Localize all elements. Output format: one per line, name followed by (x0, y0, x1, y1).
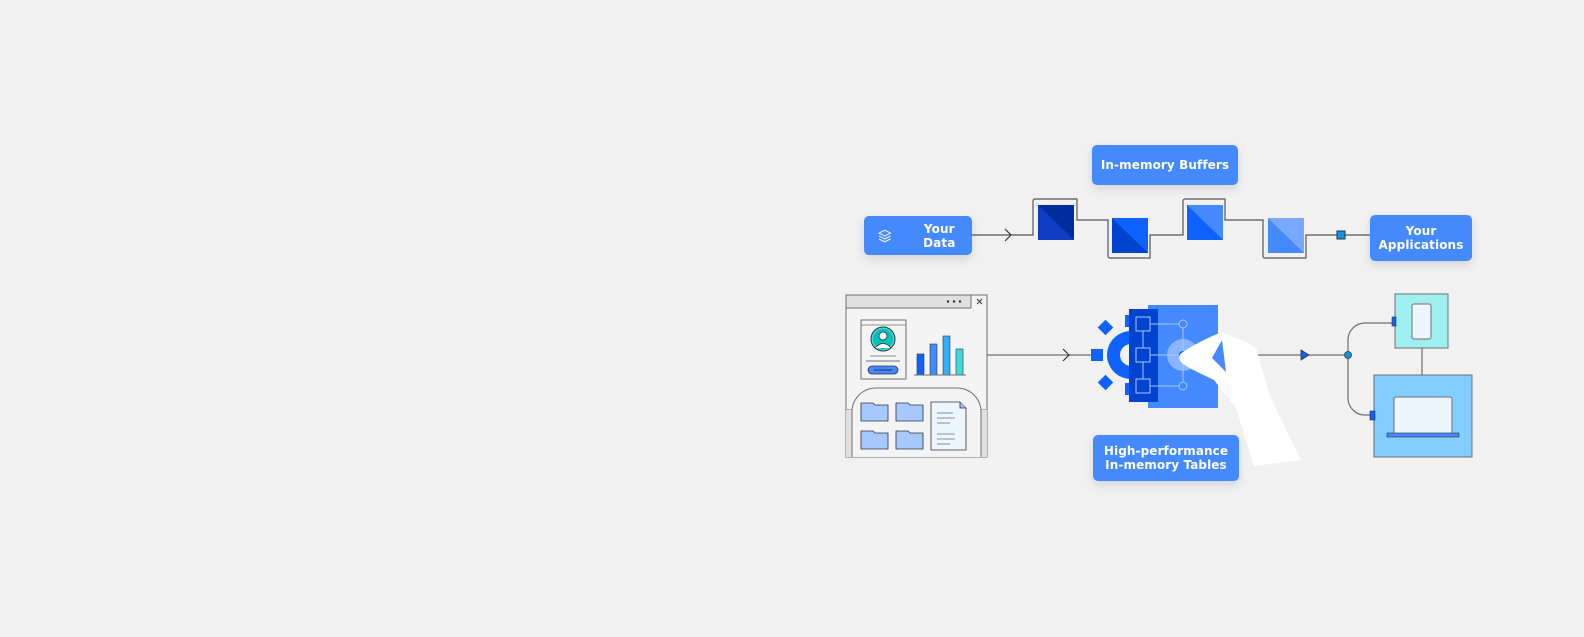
laptop-device (1369, 374, 1473, 458)
user-profile-card (860, 319, 907, 380)
document-icon (930, 401, 967, 451)
laptop-icon (1393, 396, 1453, 435)
browser-window (845, 294, 988, 458)
your-data-label: Your Data (923, 221, 956, 250)
diagram-svg (845, 198, 1473, 466)
mini-bar-4 (955, 348, 964, 376)
junction-node (1344, 351, 1352, 359)
connector-node-square (1336, 230, 1346, 240)
mini-bar-3 (942, 335, 951, 376)
buffer-block-2 (1112, 218, 1148, 253)
diagram-canvas: Your Data In-memory Buffers Your Applica… (0, 0, 1584, 633)
your-applications-node[interactable]: Your Applications (1370, 215, 1472, 261)
buffer-block-4 (1268, 218, 1304, 253)
mini-bar-2 (929, 343, 938, 376)
in-memory-tables-label: High-performance In-memory Tables (1103, 444, 1229, 472)
in-memory-tables-node[interactable]: High-performance In-memory Tables (1093, 435, 1239, 481)
your-data-node[interactable]: Your Data (864, 216, 972, 255)
mobile-device (1391, 293, 1449, 349)
mini-bar-1 (916, 353, 925, 376)
mobile-phone-icon (1411, 303, 1432, 340)
top-flow-connector (972, 198, 1370, 259)
your-applications-label: Your Applications (1378, 224, 1464, 252)
buffer-block-1 (1038, 205, 1074, 240)
buffer-block-3 (1187, 205, 1223, 240)
arrow-to-devices-icon (1300, 349, 1310, 361)
in-memory-buffers-node[interactable]: In-memory Buffers (1092, 145, 1238, 185)
in-memory-buffers-label: In-memory Buffers (1100, 158, 1230, 172)
stacked-layers-icon (877, 229, 892, 242)
